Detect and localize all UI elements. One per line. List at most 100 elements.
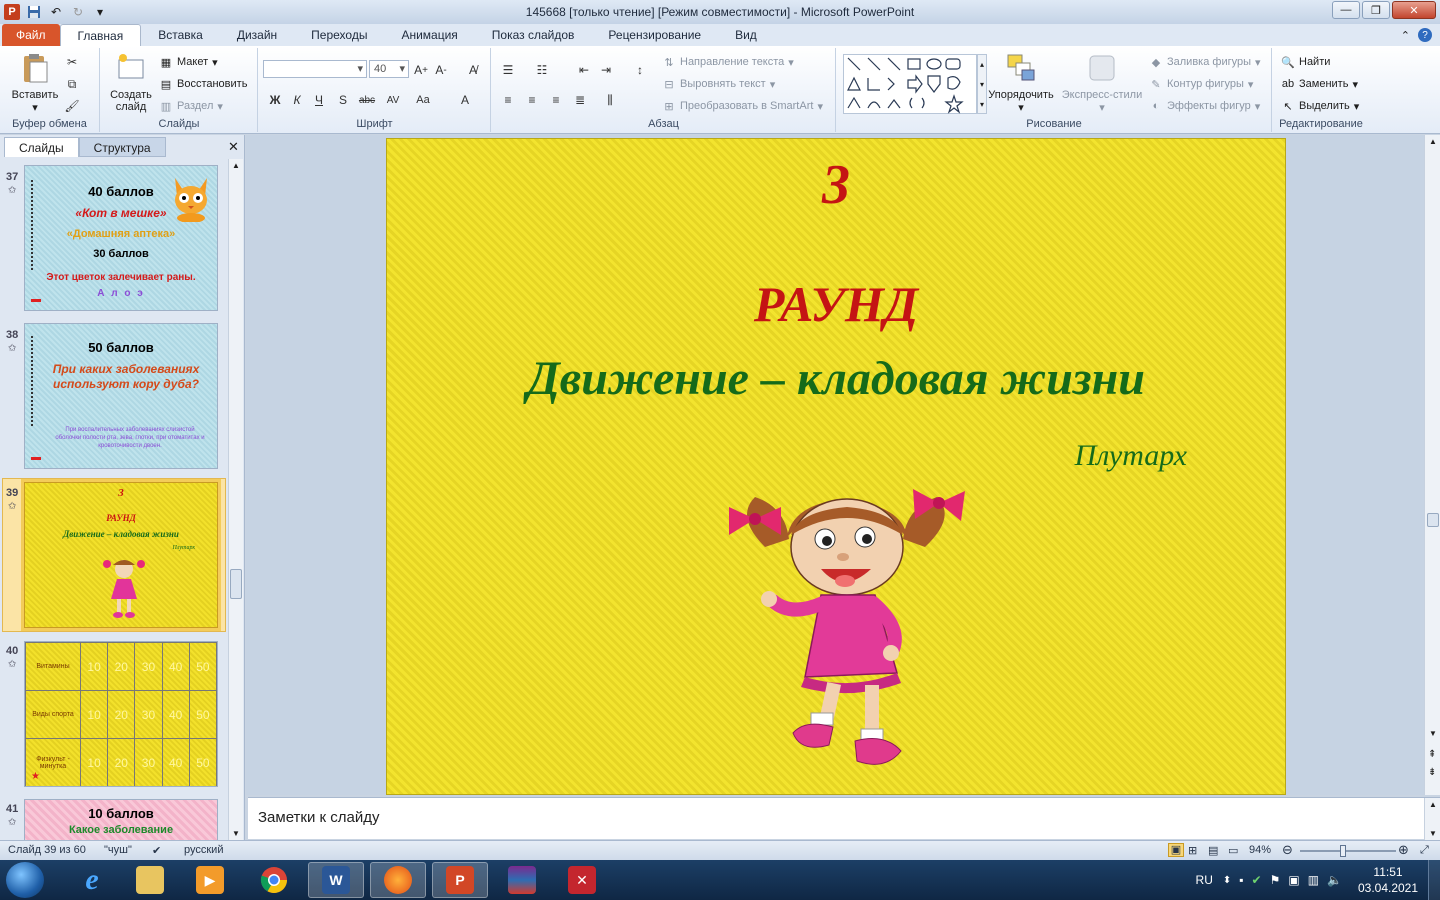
- show-desktop-button[interactable]: [1428, 860, 1440, 900]
- grow-font-icon[interactable]: A +: [411, 60, 431, 80]
- customize-qat-icon[interactable]: ▾: [92, 4, 108, 20]
- font-size-combo[interactable]: 40 ▾: [369, 60, 409, 78]
- underline-icon[interactable]: Ч: [309, 90, 329, 110]
- start-button[interactable]: [6, 862, 44, 898]
- chrome-taskbar-button[interactable]: [246, 862, 302, 898]
- thumbnail-slide-39[interactable]: 3 РАУНД Движение – кладовая жизни Плутар…: [24, 482, 218, 628]
- minimize-button[interactable]: —: [1332, 1, 1360, 19]
- align-center-icon[interactable]: ≡: [522, 90, 542, 110]
- scroll-down-icon[interactable]: ▼: [232, 829, 240, 838]
- zoom-level[interactable]: 94%: [1249, 844, 1271, 856]
- tab-animation[interactable]: Анимация: [384, 24, 474, 46]
- shape-outline-button[interactable]: ✎ Контур фигуры ▾: [1149, 74, 1253, 94]
- tray-app-icon[interactable]: ▪: [1239, 873, 1243, 887]
- reset-button[interactable]: ▤ Восстановить: [159, 74, 248, 94]
- justify-icon[interactable]: ≣: [570, 90, 590, 110]
- zoom-slider-thumb[interactable]: [1340, 845, 1346, 857]
- tab-transitions[interactable]: Переходы: [294, 24, 384, 46]
- shapes-gallery[interactable]: [843, 54, 977, 114]
- zoom-out-icon[interactable]: ⊖: [1282, 842, 1293, 858]
- clear-format-icon[interactable]: A̸: [463, 60, 483, 80]
- numbering-icon[interactable]: ☷: [532, 60, 552, 80]
- shape-fill-button[interactable]: ◆ Заливка фигуры ▾: [1149, 52, 1261, 72]
- smartart-button[interactable]: ⊞ Преобразовать в SmartArt ▾: [662, 96, 823, 116]
- slide-sorter-icon[interactable]: ⊞: [1188, 844, 1197, 857]
- arrange-button[interactable]: Упорядочить ▾: [983, 52, 1059, 114]
- paste-button[interactable]: Вставить ▾: [6, 52, 64, 114]
- shadow-icon[interactable]: S: [333, 90, 353, 110]
- align-left-icon[interactable]: ≡: [498, 90, 518, 110]
- find-button[interactable]: 🔍 Найти: [1281, 52, 1330, 72]
- powerpoint-taskbar-button[interactable]: P: [432, 862, 488, 898]
- zoom-slider[interactable]: [1300, 845, 1396, 857]
- minimize-ribbon-icon[interactable]: ⌃: [1401, 29, 1410, 42]
- bullets-icon[interactable]: ☰: [498, 60, 518, 80]
- line-spacing-icon[interactable]: ↕: [630, 60, 650, 80]
- reading-view-icon[interactable]: ▤: [1208, 844, 1218, 857]
- tab-design[interactable]: Дизайн: [220, 24, 294, 46]
- tab-outline-panel[interactable]: Структура: [78, 137, 166, 157]
- change-case-icon[interactable]: Aa: [413, 90, 433, 110]
- tray-monitor-icon[interactable]: ▣: [1288, 873, 1299, 887]
- scroll-down-icon[interactable]: ▼: [1429, 829, 1437, 838]
- tray-network-status-icon[interactable]: ▥: [1308, 873, 1319, 887]
- previous-slide-icon[interactable]: ⇞: [1428, 749, 1436, 760]
- language-indicator[interactable]: русский: [184, 844, 223, 856]
- copy-icon[interactable]: ⧉: [62, 74, 82, 94]
- italic-icon[interactable]: К: [287, 90, 307, 110]
- powerpoint-app-icon[interactable]: P: [4, 4, 20, 20]
- input-language[interactable]: RU: [1196, 873, 1213, 887]
- close-button[interactable]: ✕: [1392, 1, 1436, 19]
- tray-check-icon[interactable]: ✔: [1252, 873, 1262, 887]
- scroll-up-icon[interactable]: ▲: [1429, 800, 1437, 809]
- thumbnail-slide-37[interactable]: 40 баллов «Кот в мешке» «Домашняя аптека…: [24, 165, 218, 311]
- close-panel-icon[interactable]: ✕: [228, 139, 239, 155]
- shape-effects-button[interactable]: ◐ Эффекты фигур ▾: [1149, 96, 1261, 116]
- shrink-font-icon[interactable]: A-: [431, 60, 451, 80]
- layout-button[interactable]: ▦ Макет ▾: [159, 52, 218, 72]
- normal-view-icon[interactable]: ▣: [1168, 843, 1184, 857]
- tab-insert[interactable]: Вставка: [141, 24, 220, 46]
- pdf-reader-taskbar-button[interactable]: ✕: [554, 862, 610, 898]
- font-color-icon[interactable]: A: [455, 90, 475, 110]
- undo-icon[interactable]: ↶: [48, 4, 64, 20]
- tab-home[interactable]: Главная: [59, 24, 142, 46]
- section-button[interactable]: ▥ Раздел ▾: [159, 96, 223, 116]
- slide-vertical-scrollbar[interactable]: ▲ ▼ ⇞ ⇟: [1424, 135, 1440, 795]
- zoom-in-icon[interactable]: ⊕: [1398, 842, 1409, 858]
- increase-indent-icon[interactable]: ⇥: [596, 60, 616, 80]
- font-name-combo[interactable]: ▾: [263, 60, 367, 78]
- theme-name[interactable]: "чуш": [104, 844, 132, 856]
- bold-icon[interactable]: Ж: [265, 90, 285, 110]
- media-player-taskbar-button[interactable]: ▶: [182, 862, 238, 898]
- tray-network-icon[interactable]: ⚑: [1270, 873, 1281, 887]
- next-slide-icon[interactable]: ⇟: [1428, 767, 1436, 778]
- slideshow-view-icon[interactable]: ▭: [1228, 844, 1238, 857]
- thumbnail-slide-40[interactable]: Витамины 10 20 30 40 50 Виды спорта 10 2…: [24, 641, 218, 787]
- scroll-thumb[interactable]: [1427, 513, 1439, 527]
- explorer-taskbar-button[interactable]: [122, 862, 178, 898]
- slides-panel-scrollbar[interactable]: ▲ ▼: [228, 159, 243, 840]
- help-icon[interactable]: ?: [1418, 28, 1432, 42]
- columns-icon[interactable]: ⫼: [600, 90, 620, 110]
- tray-expand-icon[interactable]: ⬍: [1223, 875, 1231, 886]
- notes-pane[interactable]: Заметки к слайду ▲ ▼: [248, 797, 1440, 840]
- text-direction-button[interactable]: ⇅ Направление текста ▾: [662, 52, 793, 72]
- replace-button[interactable]: ab Заменить ▾: [1281, 74, 1358, 94]
- spellcheck-icon[interactable]: ✔: [152, 844, 161, 857]
- word-taskbar-button[interactable]: W: [308, 862, 364, 898]
- spacing-icon[interactable]: AV: [383, 90, 403, 110]
- thumbnail-slide-41[interactable]: 10 баллов Какое заболевание: [24, 799, 218, 840]
- cut-icon[interactable]: ✂: [62, 52, 82, 72]
- scroll-thumb[interactable]: [230, 569, 242, 599]
- firefox-taskbar-button[interactable]: [370, 862, 426, 898]
- strikethrough-icon[interactable]: abc: [357, 90, 377, 110]
- decrease-indent-icon[interactable]: ⇤: [574, 60, 594, 80]
- maximize-button[interactable]: ❐: [1362, 1, 1390, 19]
- redo-icon[interactable]: ↻: [70, 4, 86, 20]
- align-text-button[interactable]: ⊟ Выровнять текст ▾: [662, 74, 775, 94]
- winrar-taskbar-button[interactable]: [494, 862, 550, 898]
- thumbnail-slide-38[interactable]: 50 баллов При каких заболеваниях использ…: [24, 323, 218, 469]
- current-slide[interactable]: 3 РАУНД Движение – кладовая жизни Плутар…: [386, 138, 1286, 795]
- scroll-up-icon[interactable]: ▲: [232, 161, 240, 170]
